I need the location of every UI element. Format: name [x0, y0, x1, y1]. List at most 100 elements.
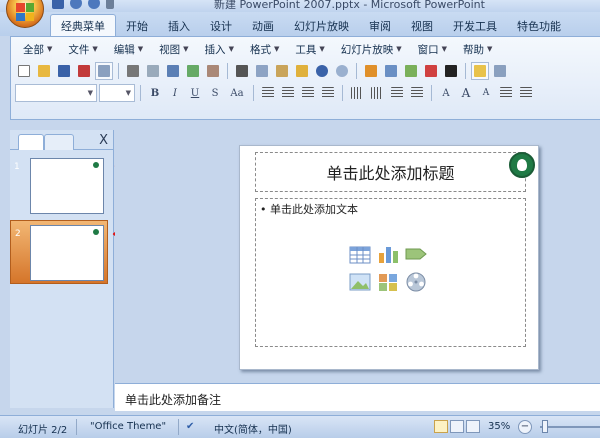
menu-item[interactable]: 全部 ▼: [15, 41, 60, 57]
decrease-indent-icon[interactable]: [497, 84, 515, 102]
ribbon-tab[interactable]: 经典菜单: [50, 14, 116, 36]
align-center-icon[interactable]: [279, 84, 297, 102]
menu-item-label: 编辑: [113, 43, 135, 56]
undo-icon[interactable]: [70, 0, 82, 9]
customize-qat-icon[interactable]: [106, 0, 114, 9]
starbucks-logo-icon: [93, 229, 99, 235]
thumbnail-preview: [30, 225, 104, 281]
slideshow-view-button[interactable]: [466, 420, 480, 433]
menu-item-label: 视图: [159, 43, 181, 56]
save-icon[interactable]: [52, 0, 64, 9]
chevron-down-icon: ▼: [137, 45, 144, 53]
menu-item[interactable]: 工具 ▼: [287, 41, 332, 57]
underline-button[interactable]: U: [186, 84, 204, 102]
insert-picture-icon[interactable]: [348, 271, 372, 293]
permission-icon[interactable]: [75, 62, 93, 80]
chevron-down-icon: ▼: [319, 45, 325, 53]
columns-icon[interactable]: [368, 84, 386, 102]
outline-tab[interactable]: [44, 134, 74, 150]
zoom-slider-thumb[interactable]: [542, 420, 548, 433]
numbering-icon[interactable]: [408, 84, 426, 102]
menu-item[interactable]: 插入 ▼: [197, 41, 242, 57]
ribbon-tab[interactable]: 开始: [116, 15, 158, 36]
undo-icon[interactable]: [313, 62, 331, 80]
insert-smartart-icon[interactable]: [404, 243, 428, 265]
redo-icon[interactable]: [88, 0, 100, 9]
font-color-button[interactable]: A: [437, 84, 455, 102]
font-size-dropdown[interactable]: ▼: [99, 84, 135, 102]
slides-tab[interactable]: [18, 134, 44, 150]
insert-media-icon[interactable]: [404, 271, 428, 293]
bold-button[interactable]: B: [146, 84, 164, 102]
print-preview-icon[interactable]: [144, 62, 162, 80]
title-placeholder[interactable]: 单击此处添加标题: [255, 152, 526, 192]
ribbon-tab[interactable]: 审阅: [359, 15, 401, 36]
ribbon-tab[interactable]: 设计: [200, 15, 242, 36]
ribbon-tab[interactable]: 插入: [158, 15, 200, 36]
new-document-icon[interactable]: [15, 62, 33, 80]
menu-item[interactable]: 窗口 ▼: [410, 41, 455, 57]
zoom-out-button[interactable]: −: [518, 420, 532, 434]
zoom-slider-track[interactable]: [540, 426, 600, 428]
save-icon[interactable]: [55, 62, 73, 80]
slide-counter: 幻灯片 2/2: [18, 425, 68, 436]
increase-indent-icon[interactable]: [517, 84, 535, 102]
ribbon-tab[interactable]: 开发工具: [443, 15, 507, 36]
menu-item[interactable]: 视图 ▼: [151, 41, 196, 57]
print-options-icon[interactable]: [95, 62, 113, 80]
insert-clipart-icon[interactable]: [376, 271, 400, 293]
open-folder-icon[interactable]: [35, 62, 53, 80]
close-panel-button[interactable]: X: [99, 133, 108, 148]
justify-icon[interactable]: [319, 84, 337, 102]
cut-icon[interactable]: [233, 62, 251, 80]
font-name-dropdown[interactable]: ▼: [15, 84, 97, 102]
normal-view-button[interactable]: [434, 420, 448, 433]
spell-check-icon[interactable]: ✔: [186, 421, 194, 432]
ribbon-tab[interactable]: 动画: [242, 15, 284, 36]
menu-item[interactable]: 格式 ▼: [242, 41, 287, 57]
grow-font-button[interactable]: A: [457, 84, 475, 102]
align-right-icon[interactable]: [299, 84, 317, 102]
bullets-icon[interactable]: [388, 84, 406, 102]
redo-icon[interactable]: [333, 62, 351, 80]
shadow-button[interactable]: S: [206, 84, 224, 102]
screen-icon[interactable]: [164, 62, 182, 80]
zoom-level[interactable]: 35%: [488, 421, 510, 432]
format-painter-icon[interactable]: [293, 62, 311, 80]
menu-item[interactable]: 帮助 ▼: [455, 41, 500, 57]
grayscale-icon[interactable]: [442, 62, 460, 80]
italic-button[interactable]: I: [166, 84, 184, 102]
text-direction-icon[interactable]: [348, 84, 366, 102]
insert-clipart-icon[interactable]: [402, 62, 420, 80]
ribbon-tab[interactable]: 幻灯片放映: [284, 15, 359, 36]
slide-sorter-view-button[interactable]: [450, 420, 464, 433]
insert-chart-icon[interactable]: [362, 62, 380, 80]
change-case-button[interactable]: Aa: [226, 84, 248, 102]
status-divider: [178, 419, 179, 435]
ribbon-tab[interactable]: 视图: [401, 15, 443, 36]
slide-thumbnail-panel: X 1 2: [10, 130, 114, 408]
color-icon[interactable]: [422, 62, 440, 80]
menu-item[interactable]: 编辑 ▼: [106, 41, 151, 57]
slide-canvas[interactable]: 单击此处添加标题 • 单击此处添加文本: [239, 145, 539, 370]
research-icon[interactable]: [204, 62, 222, 80]
menu-item[interactable]: 文件 ▼: [60, 41, 105, 57]
notes-pane[interactable]: 单击此处添加备注: [115, 383, 600, 411]
print-icon[interactable]: [124, 62, 142, 80]
slide-thumbnail-2[interactable]: 2: [10, 220, 108, 284]
layout-icon[interactable]: [491, 62, 509, 80]
shrink-font-button[interactable]: A: [477, 84, 495, 102]
insert-table-icon[interactable]: [348, 243, 372, 265]
slide-thumbnail-1[interactable]: 1: [10, 154, 114, 218]
align-left-icon[interactable]: [259, 84, 277, 102]
insert-table-icon[interactable]: [382, 62, 400, 80]
menu-item[interactable]: 幻灯片放映 ▼: [333, 41, 410, 57]
chevron-down-icon: ▼: [92, 45, 98, 53]
ribbon-tab[interactable]: 特色功能: [507, 15, 571, 36]
insert-chart-icon[interactable]: [376, 243, 400, 265]
content-placeholder[interactable]: • 单击此处添加文本: [255, 198, 526, 347]
copy-icon[interactable]: [253, 62, 271, 80]
paste-icon[interactable]: [273, 62, 291, 80]
spelling-icon[interactable]: [184, 62, 202, 80]
new-slide-icon[interactable]: [471, 62, 489, 80]
